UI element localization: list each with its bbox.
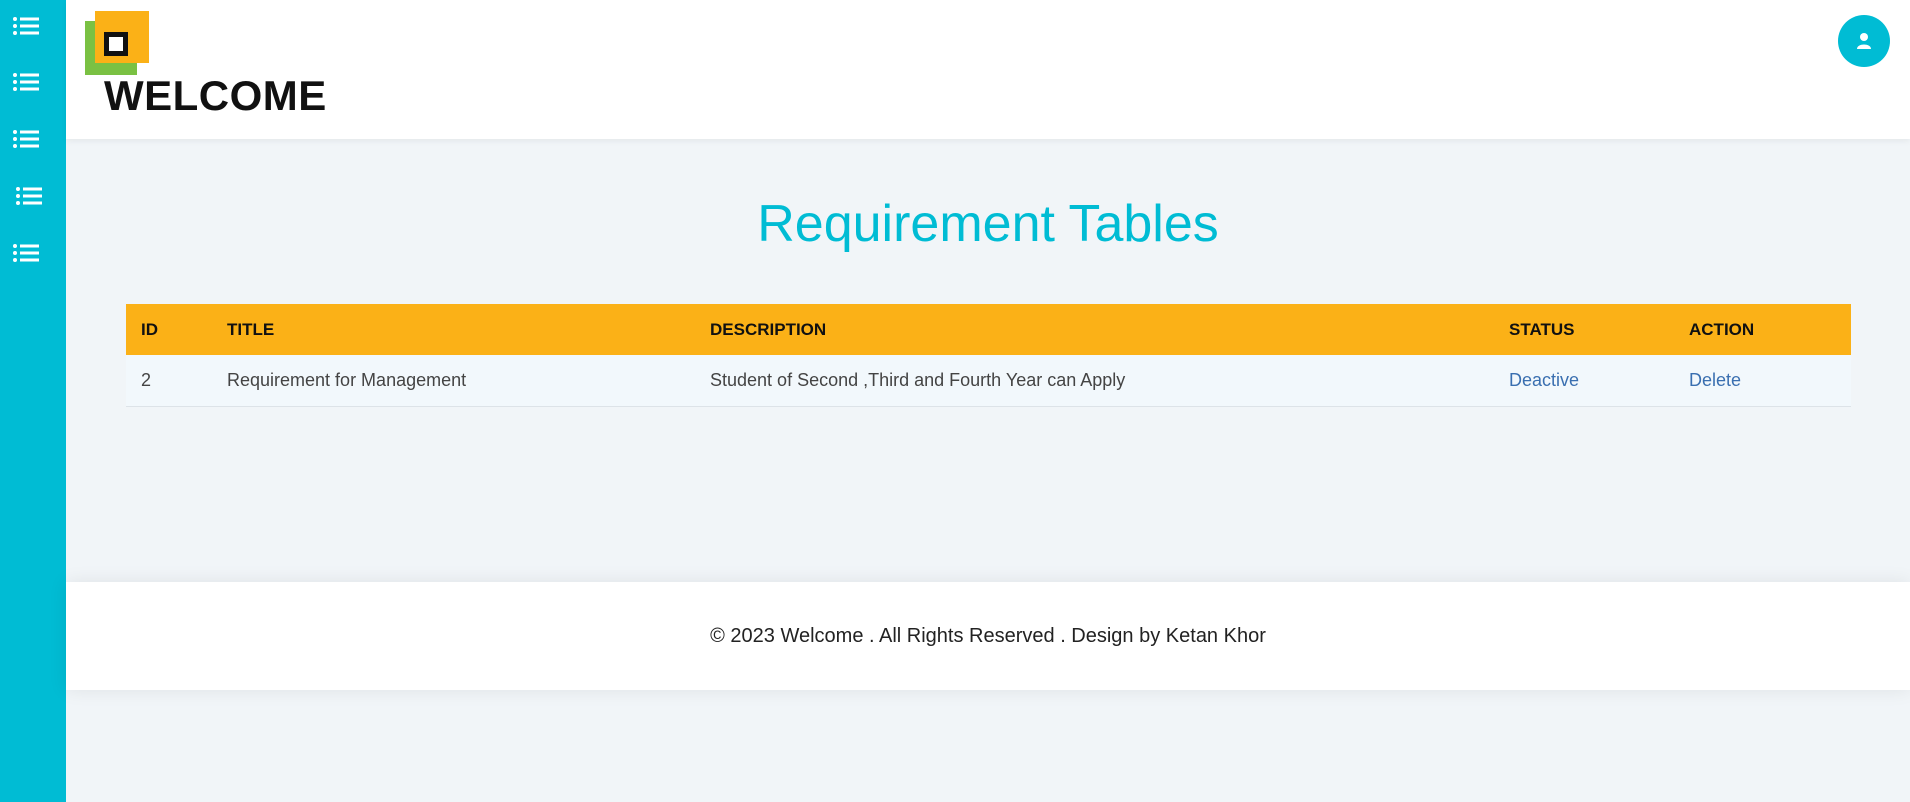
table-row: 2 Requirement for Management Student of … (126, 355, 1851, 406)
page-title: Requirement Tables (757, 195, 1219, 253)
status-toggle-link[interactable]: Deactive (1509, 370, 1579, 390)
cell-title: Requirement for Management (227, 369, 467, 390)
table-header-row: ID TITLE DESCRIPTION STATUS ACTION (126, 304, 1851, 355)
column-header-id: ID (141, 319, 158, 339)
cell-status: Deactive (1494, 355, 1674, 406)
sidebar-item-1-list-icon[interactable] (13, 15, 39, 37)
column-header-status: STATUS (1509, 319, 1575, 339)
footer-copyright: © 2023 Welcome . All Rights Reserved . D… (710, 624, 1266, 647)
cell-description: Student of Second ,Third and Fourth Year… (710, 369, 1126, 390)
sidebar-item-5-list-icon[interactable] (13, 242, 39, 264)
footer: © 2023 Welcome . All Rights Reserved . D… (66, 582, 1910, 690)
sidebar-item-4-list-icon[interactable] (16, 185, 42, 207)
delete-link[interactable]: Delete (1689, 370, 1741, 390)
sidebar (0, 0, 66, 802)
cell-id: 2 (141, 369, 152, 390)
cell-action: Delete (1674, 355, 1851, 406)
logo (85, 11, 149, 75)
user-avatar-button[interactable] (1838, 15, 1890, 67)
column-header-description: DESCRIPTION (710, 319, 827, 339)
column-header-title: TITLE (227, 319, 275, 339)
brand-title: WELCOME (104, 72, 327, 119)
header: WELCOME (66, 0, 1910, 139)
sidebar-item-3-list-icon[interactable] (13, 128, 39, 150)
column-header-action: ACTION (1689, 319, 1755, 339)
sidebar-item-2-list-icon[interactable] (13, 71, 39, 93)
requirements-table: ID TITLE DESCRIPTION STATUS ACTION 2 Req… (126, 304, 1851, 407)
user-icon (1857, 33, 1871, 49)
